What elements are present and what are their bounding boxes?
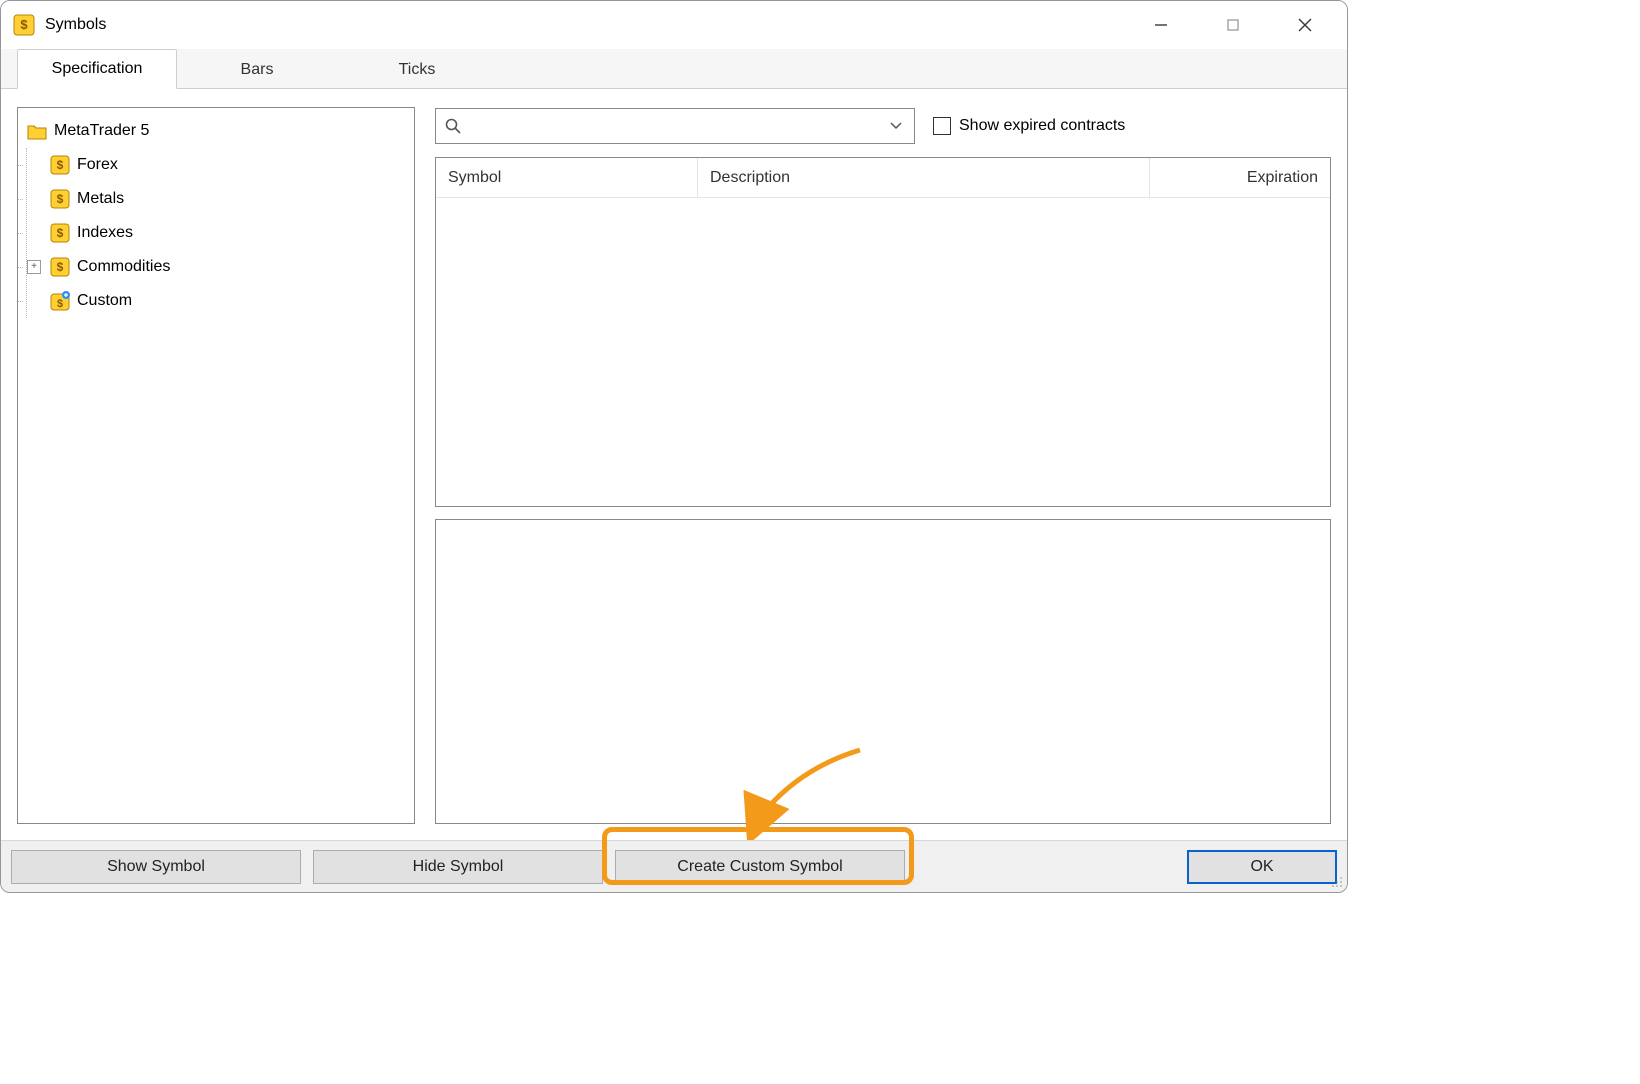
tree-node-label: Commodities [77,258,170,276]
expand-icon[interactable]: + [27,260,41,274]
tree-node-label: Indexes [77,224,133,242]
folder-icon [26,120,48,142]
checkbox-icon[interactable] [933,117,951,135]
tree-item-forex[interactable]: + $ Forex [27,148,410,182]
search-icon [444,115,462,137]
search-input[interactable] [468,109,886,143]
app-icon: $ [13,14,35,36]
create-custom-symbol-button[interactable]: Create Custom Symbol [615,850,905,884]
symbol-icon: $ [49,188,71,210]
chevron-down-icon[interactable] [886,120,906,132]
svg-text:$: $ [57,192,64,206]
table-header: Symbol Description Expiration [436,158,1330,198]
ok-button[interactable]: OK [1187,850,1337,884]
svg-text:$: $ [57,298,63,310]
svg-text:$: $ [57,158,64,172]
tab-label: Bars [241,61,274,79]
window-title: Symbols [45,16,106,34]
hide-symbol-button[interactable]: Hide Symbol [313,850,603,884]
content-area: MetaTrader 5 + $ Forex [1,89,1347,834]
symbol-table: Symbol Description Expiration [435,157,1331,507]
tree-item-commodities[interactable]: + $ Commodities [27,250,410,284]
column-header-expiration[interactable]: Expiration [1150,158,1330,197]
tree-item-custom[interactable]: + $ [27,284,410,318]
svg-text:$: $ [57,260,64,274]
tree-root-node[interactable]: MetaTrader 5 [26,114,410,148]
minimize-button[interactable] [1125,1,1197,49]
tree-item-metals[interactable]: + $ Metals [27,182,410,216]
checkbox-label: Show expired contracts [959,117,1125,135]
bottom-toolbar: Show Symbol Hide Symbol Create Custom Sy… [1,840,1347,892]
symbol-icon: $ [49,154,71,176]
symbol-detail-panel [435,519,1331,824]
show-expired-checkbox[interactable]: Show expired contracts [933,117,1125,135]
tabbar: Specification Bars Ticks [1,49,1347,89]
table-body [436,198,1330,506]
column-header-description[interactable]: Description [698,158,1150,197]
tab-specification[interactable]: Specification [17,49,177,89]
tab-ticks[interactable]: Ticks [337,49,497,89]
svg-text:$: $ [20,17,28,32]
search-combobox[interactable] [435,108,915,144]
symbol-icon: $ [49,222,71,244]
tab-label: Specification [52,60,143,78]
symbol-icon: $ [49,256,71,278]
svg-text:$: $ [57,226,64,240]
tree-node-label: Forex [77,156,118,174]
symbol-tree-panel: MetaTrader 5 + $ Forex [17,107,415,824]
titlebar: $ Symbols [1,1,1347,49]
tree-node-label: Metals [77,190,124,208]
show-symbol-button[interactable]: Show Symbol [11,850,301,884]
tree-node-label: Custom [77,292,132,310]
tab-label: Ticks [399,61,436,79]
column-header-symbol[interactable]: Symbol [436,158,698,197]
resize-grip-icon[interactable] [1329,874,1343,888]
tree-item-indexes[interactable]: + $ Indexes [27,216,410,250]
symbols-dialog: $ Symbols [0,0,1348,893]
tree-node-label: MetaTrader 5 [54,122,149,140]
custom-symbol-icon: $ [49,290,71,312]
tab-bars[interactable]: Bars [177,49,337,89]
close-button[interactable] [1269,1,1341,49]
maximize-button[interactable] [1197,1,1269,49]
